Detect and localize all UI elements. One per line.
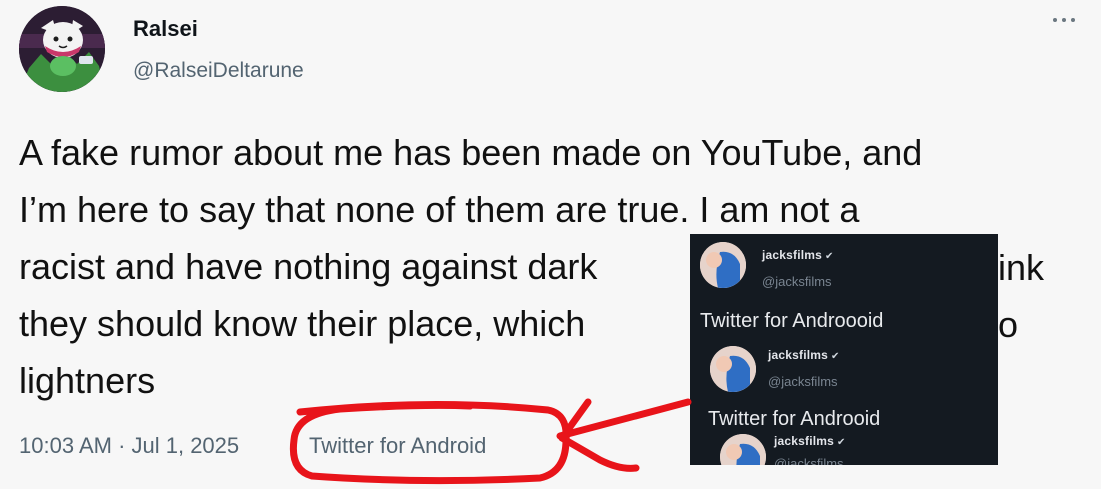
source-circle: [289, 400, 570, 485]
annotation-strokes: [289, 398, 692, 485]
red-annotation: [289, 398, 692, 485]
